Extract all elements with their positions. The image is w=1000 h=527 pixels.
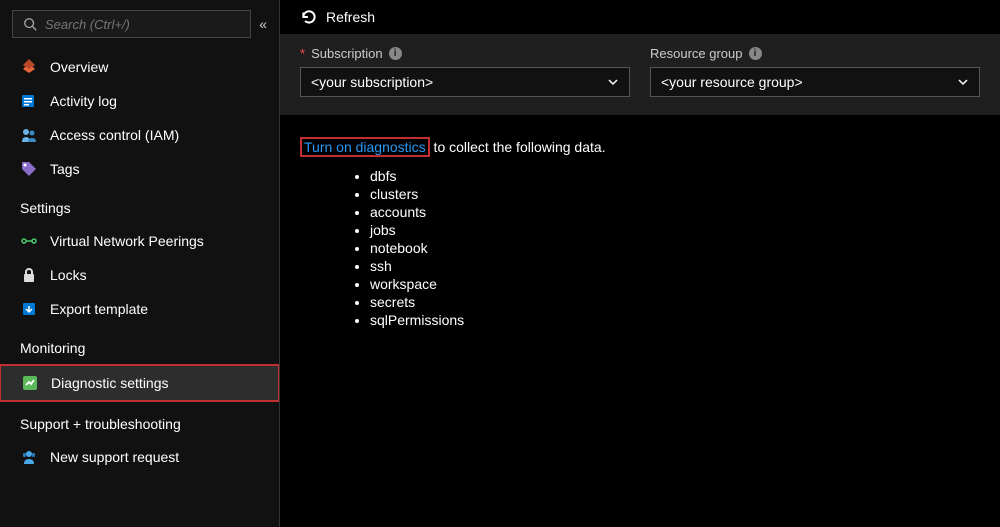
nav-tags[interactable]: Tags	[0, 152, 279, 186]
prompt-suffix: to collect the following data.	[430, 139, 606, 155]
nav-vnet-peerings[interactable]: Virtual Network Peerings	[0, 224, 279, 258]
nav-label: Diagnostic settings	[51, 375, 169, 391]
search-icon	[21, 15, 39, 33]
nav-activity-log[interactable]: Activity log	[0, 84, 279, 118]
refresh-button[interactable]: Refresh	[326, 9, 375, 25]
list-item: dbfs	[370, 167, 980, 185]
nav-overview[interactable]: Overview	[0, 50, 279, 84]
filter-bar: * Subscription i <your subscription> Res…	[280, 34, 1000, 115]
export-template-icon	[20, 300, 38, 318]
resource-group-dropdown[interactable]: <your resource group>	[650, 67, 980, 97]
section-support: Support + troubleshooting	[0, 402, 279, 440]
resource-group-label: Resource group i	[650, 46, 980, 61]
vnet-peerings-icon	[20, 232, 38, 250]
subscription-label: * Subscription i	[300, 46, 630, 61]
nav-label: Export template	[50, 301, 148, 317]
list-item: workspace	[370, 275, 980, 293]
nav-label: Locks	[50, 267, 87, 283]
list-item: sqlPermissions	[370, 311, 980, 329]
subscription-filter: * Subscription i <your subscription>	[300, 46, 630, 97]
diagnostic-settings-icon	[21, 374, 39, 392]
access-control-icon	[20, 126, 38, 144]
list-item: clusters	[370, 185, 980, 203]
locks-icon	[20, 266, 38, 284]
nav-label: Activity log	[50, 93, 117, 109]
refresh-icon[interactable]	[300, 8, 318, 26]
info-icon[interactable]: i	[389, 47, 402, 60]
activity-log-icon	[20, 92, 38, 110]
support-icon	[20, 448, 38, 466]
toolbar: Refresh	[280, 0, 1000, 34]
chevron-down-icon	[957, 76, 969, 88]
nav-export-template[interactable]: Export template	[0, 292, 279, 326]
overview-icon	[20, 58, 38, 76]
list-item: ssh	[370, 257, 980, 275]
nav-label: Tags	[50, 161, 80, 177]
main-panel: Refresh * Subscription i <your subscript…	[280, 0, 1000, 527]
search-box[interactable]	[12, 10, 251, 38]
tags-icon	[20, 160, 38, 178]
list-item: secrets	[370, 293, 980, 311]
required-mark: *	[300, 46, 305, 61]
nav-new-support-request[interactable]: New support request	[0, 440, 279, 474]
dropdown-value: <your resource group>	[661, 74, 803, 90]
sidebar: « Overview Activity log Access control (…	[0, 0, 280, 527]
section-settings: Settings	[0, 186, 279, 224]
resource-group-filter: Resource group i <your resource group>	[650, 46, 980, 97]
nav-diagnostic-settings[interactable]: Diagnostic settings	[0, 364, 280, 402]
turn-on-diagnostics-link[interactable]: Turn on diagnostics	[304, 139, 426, 155]
diagnostic-data-list: dbfs clusters accounts jobs notebook ssh…	[300, 167, 980, 329]
nav-locks[interactable]: Locks	[0, 258, 279, 292]
dropdown-value: <your subscription>	[311, 74, 433, 90]
nav-label: Overview	[50, 59, 108, 75]
search-input[interactable]	[45, 17, 242, 32]
turn-on-diagnostics-highlight: Turn on diagnostics	[300, 137, 430, 157]
list-item: notebook	[370, 239, 980, 257]
chevron-down-icon	[607, 76, 619, 88]
nav-label: New support request	[50, 449, 179, 465]
list-item: jobs	[370, 221, 980, 239]
nav-label: Access control (IAM)	[50, 127, 179, 143]
diagnostics-prompt: Turn on diagnostics to collect the follo…	[300, 139, 980, 155]
list-item: accounts	[370, 203, 980, 221]
content-area: Turn on diagnostics to collect the follo…	[280, 115, 1000, 353]
subscription-dropdown[interactable]: <your subscription>	[300, 67, 630, 97]
section-monitoring: Monitoring	[0, 326, 279, 364]
info-icon[interactable]: i	[749, 47, 762, 60]
search-row: «	[0, 10, 279, 50]
nav-label: Virtual Network Peerings	[50, 233, 204, 249]
nav-access-control[interactable]: Access control (IAM)	[0, 118, 279, 152]
collapse-icon[interactable]: «	[259, 16, 267, 32]
